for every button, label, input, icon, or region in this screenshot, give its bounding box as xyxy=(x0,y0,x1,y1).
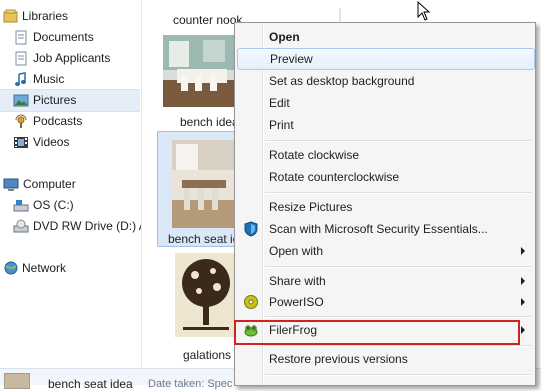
menu-item-restore-previous-versions[interactable]: Restore previous versions xyxy=(237,348,533,370)
nav-label: Libraries xyxy=(22,9,69,23)
details-meta: Date taken: Spec xyxy=(148,378,233,390)
menu-item-rotate-counterclockwise[interactable]: Rotate counterclockwise xyxy=(237,166,533,188)
menu-separator xyxy=(265,192,531,194)
file-thumbnail xyxy=(163,35,239,107)
nav-label: Documents xyxy=(33,30,94,44)
computer-icon xyxy=(3,178,19,191)
menu-item-resize-pictures[interactable]: Resize Pictures xyxy=(237,196,533,218)
details-filename: bench seat idea xyxy=(48,377,133,391)
menu-item-edit[interactable]: Edit xyxy=(237,92,533,114)
menu-separator xyxy=(265,140,531,142)
menu-item-label: Share with xyxy=(269,274,326,288)
nav-podcasts[interactable]: Podcasts xyxy=(0,111,140,132)
menu-item-label: Open xyxy=(269,30,300,44)
nav-label: Pictures xyxy=(33,93,77,107)
nav-libraries[interactable]: Libraries xyxy=(0,6,140,27)
pictures-icon xyxy=(13,94,29,107)
file-tile-galations[interactable]: galations xyxy=(156,250,246,368)
nav-label: Podcasts xyxy=(33,114,83,128)
submenu-arrow-icon xyxy=(521,277,525,285)
menu-item-label: Print xyxy=(269,118,294,132)
menu-item-label: Open with xyxy=(269,244,324,258)
menu-item-label: Rotate counterclockwise xyxy=(269,170,400,184)
menu-item-preview[interactable]: Preview xyxy=(237,48,535,70)
menu-separator xyxy=(265,345,531,347)
menu-item-label: Edit xyxy=(269,96,290,110)
documents-icon xyxy=(15,51,27,66)
nav-music[interactable]: Music xyxy=(0,69,140,90)
menu-item-label: Scan with Microsoft Security Essentials.… xyxy=(269,222,488,236)
poweriso-icon xyxy=(244,295,258,309)
dvd-icon xyxy=(13,219,29,233)
navigation-pane: Libraries Documents Job Applicants Music xyxy=(0,0,142,368)
nav-job-applicants[interactable]: Job Applicants xyxy=(0,48,140,69)
menu-separator xyxy=(265,266,531,268)
nav-dvd-drive[interactable]: DVD RW Drive (D:) A xyxy=(0,216,141,237)
nav-label: DVD RW Drive (D:) A xyxy=(33,219,141,233)
details-thumbnail xyxy=(4,373,30,389)
menu-item-set-desktop-background[interactable]: Set as desktop background xyxy=(237,70,533,92)
menu-item-label: Rotate clockwise xyxy=(269,148,360,162)
menu-item-open[interactable]: Open xyxy=(237,26,533,48)
menu-separator xyxy=(265,316,531,318)
menu-item-label: Set as desktop background xyxy=(269,74,415,88)
menu-item-label: Preview xyxy=(270,52,313,66)
menu-separator xyxy=(265,374,531,376)
file-tile-bench-ideas[interactable]: bench idea xyxy=(156,33,246,129)
menu-item-label: Restore previous versions xyxy=(269,352,408,366)
nav-documents[interactable]: Documents xyxy=(0,27,140,48)
music-icon xyxy=(15,72,26,86)
nav-label: OS (C:) xyxy=(33,198,74,212)
nav-computer[interactable]: Computer xyxy=(0,174,140,195)
videos-icon xyxy=(14,137,28,148)
file-name: counter nook xyxy=(173,13,243,27)
menu-item-share-with[interactable]: Share with xyxy=(237,270,533,292)
annotation-highlight-box xyxy=(234,320,520,345)
file-name: galations xyxy=(183,348,232,362)
menu-item-print[interactable]: Print xyxy=(237,114,533,136)
menu-item-label: PowerISO xyxy=(269,295,324,309)
documents-icon xyxy=(15,30,27,45)
podcasts-icon xyxy=(15,114,27,128)
shield-icon xyxy=(244,221,258,237)
nav-label: Music xyxy=(33,72,65,86)
menu-item-label: Resize Pictures xyxy=(269,200,353,214)
nav-os-drive[interactable]: OS (C:) xyxy=(0,195,140,216)
nav-videos[interactable]: Videos xyxy=(0,132,140,153)
menu-item-rotate-clockwise[interactable]: Rotate clockwise xyxy=(237,144,533,166)
submenu-arrow-icon xyxy=(521,247,525,255)
file-thumbnail xyxy=(175,253,237,337)
nav-network[interactable]: Network xyxy=(0,258,140,279)
file-thumbnail xyxy=(172,140,238,228)
submenu-arrow-icon xyxy=(521,326,525,334)
menu-item-open-with[interactable]: Open with xyxy=(237,240,533,262)
nav-pictures[interactable]: Pictures xyxy=(0,89,140,112)
menu-item-scan-security-essentials[interactable]: Scan with Microsoft Security Essentials.… xyxy=(237,218,533,240)
nav-label: Videos xyxy=(33,135,70,149)
menu-item-poweriso[interactable]: PowerISO xyxy=(237,291,533,313)
drive-icon xyxy=(13,200,29,212)
nav-label: Computer xyxy=(23,177,76,191)
nav-label: Network xyxy=(22,261,67,275)
nav-label: Job Applicants xyxy=(33,51,111,65)
submenu-arrow-icon xyxy=(521,298,525,306)
libraries-icon xyxy=(3,9,18,23)
network-icon xyxy=(4,261,18,275)
mouse-cursor-icon xyxy=(417,1,431,21)
